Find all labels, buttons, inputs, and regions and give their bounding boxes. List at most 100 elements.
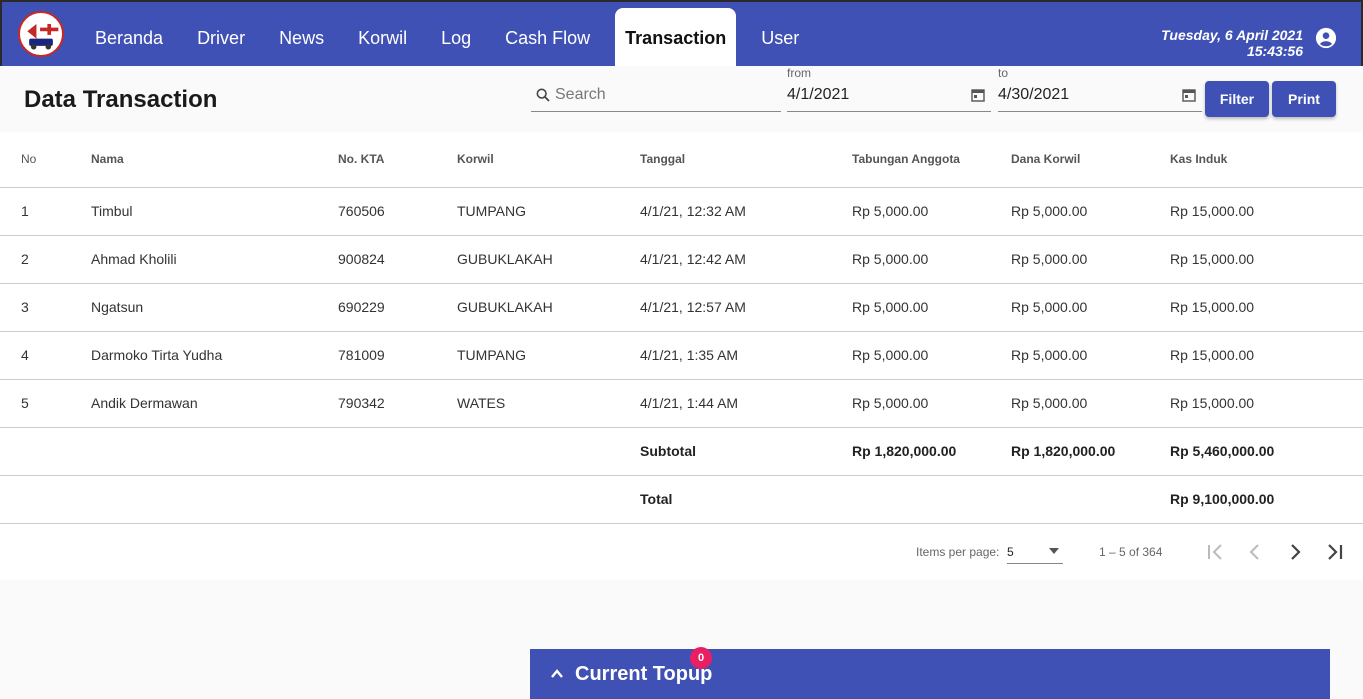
cell-no-kta: 790342 bbox=[338, 379, 457, 428]
table-row[interactable]: 2 Ahmad Kholili 900824 GUBUKLAKAH 4/1/21… bbox=[0, 235, 1363, 284]
date-to-label: to bbox=[998, 66, 1009, 80]
cell-korwil: TUMPANG bbox=[457, 331, 640, 380]
col-header-no[interactable]: No bbox=[0, 132, 91, 188]
cell-korwil: GUBUKLAKAH bbox=[457, 235, 640, 284]
table-row[interactable]: 3 Ngatsun 690229 GUBUKLAKAH 4/1/21, 12:5… bbox=[0, 283, 1363, 332]
first-page-button[interactable] bbox=[1203, 540, 1227, 564]
subtotal-kas: Rp 5,460,000.00 bbox=[1170, 427, 1363, 476]
previous-page-button[interactable] bbox=[1243, 540, 1267, 564]
total-row: Total Rp 9,100,000.00 bbox=[0, 475, 1363, 524]
subtotal-row: Subtotal Rp 1,820,000.00 Rp 1,820,000.00… bbox=[0, 427, 1363, 476]
subtotal-tabungan: Rp 1,820,000.00 bbox=[852, 427, 1011, 476]
page-size-value: 5 bbox=[1007, 545, 1014, 559]
cell-korwil: WATES bbox=[457, 379, 640, 428]
nav-user[interactable]: User bbox=[744, 8, 816, 68]
cell-no: 1 bbox=[0, 187, 91, 236]
next-page-button[interactable] bbox=[1283, 540, 1307, 564]
nav-korwil[interactable]: Korwil bbox=[341, 8, 424, 68]
page-title: Data Transaction bbox=[24, 86, 218, 113]
nav-driver[interactable]: Driver bbox=[180, 8, 262, 68]
cell-tanggal: 4/1/21, 12:57 AM bbox=[640, 283, 852, 332]
col-header-tanggal[interactable]: Tanggal bbox=[640, 132, 852, 188]
col-header-no-kta[interactable]: No. KTA bbox=[338, 132, 457, 188]
cell-tabungan-anggota: Rp 5,000.00 bbox=[852, 379, 1011, 428]
date-from-field[interactable]: from bbox=[787, 66, 991, 112]
cell-dana-korwil: Rp 5,000.00 bbox=[1011, 331, 1170, 380]
table-row[interactable]: 1 Timbul 760506 TUMPANG 4/1/21, 12:32 AM… bbox=[0, 187, 1363, 236]
page-header: Data Transaction from to Filter Print bbox=[0, 66, 1363, 132]
col-header-kas-induk[interactable]: Kas Induk bbox=[1170, 132, 1363, 188]
chevron-left-icon bbox=[1249, 544, 1259, 560]
search-field[interactable] bbox=[531, 80, 781, 112]
transaction-table: No Nama No. KTA Korwil Tanggal Tabungan … bbox=[0, 132, 1363, 524]
current-date: Tuesday, 6 April 2021 bbox=[1161, 27, 1303, 43]
cell-kas-induk: Rp 15,000.00 bbox=[1170, 235, 1363, 284]
cell-korwil: TUMPANG bbox=[457, 187, 640, 236]
table-row[interactable]: 5 Andik Dermawan 790342 WATES 4/1/21, 1:… bbox=[0, 379, 1363, 428]
first-page-icon bbox=[1208, 544, 1222, 560]
filter-button[interactable]: Filter bbox=[1205, 81, 1269, 117]
date-to-field[interactable]: to bbox=[998, 66, 1202, 112]
chevron-right-icon bbox=[1291, 544, 1301, 560]
cell-tanggal: 4/1/21, 1:35 AM bbox=[640, 331, 852, 380]
calendar-icon[interactable] bbox=[1182, 88, 1196, 102]
cell-kas-induk: Rp 15,000.00 bbox=[1170, 187, 1363, 236]
cell-no: 2 bbox=[0, 235, 91, 284]
cell-nama: Andik Dermawan bbox=[91, 379, 338, 428]
datetime-display: Tuesday, 6 April 2021 15:43:56 bbox=[1161, 27, 1303, 59]
nav-log[interactable]: Log bbox=[424, 8, 488, 68]
calendar-icon[interactable] bbox=[971, 88, 985, 102]
subtotal-label: Subtotal bbox=[640, 427, 852, 476]
date-from-label: from bbox=[787, 66, 811, 80]
cell-kas-induk: Rp 15,000.00 bbox=[1170, 283, 1363, 332]
current-time: 15:43:56 bbox=[1246, 43, 1303, 59]
app-logo-icon[interactable] bbox=[18, 11, 64, 57]
cell-dana-korwil: Rp 5,000.00 bbox=[1011, 283, 1170, 332]
last-page-button[interactable] bbox=[1323, 540, 1347, 564]
nav-beranda[interactable]: Beranda bbox=[78, 8, 180, 68]
topup-count-badge: 0 bbox=[690, 647, 712, 669]
table-row[interactable]: 4 Darmoko Tirta Yudha 781009 TUMPANG 4/1… bbox=[0, 331, 1363, 380]
cell-nama: Darmoko Tirta Yudha bbox=[91, 331, 338, 380]
paginator: Items per page: 5 1 – 5 of 364 bbox=[0, 524, 1363, 580]
chevron-up-icon bbox=[551, 669, 563, 678]
cell-no-kta: 900824 bbox=[338, 235, 457, 284]
cell-no: 4 bbox=[0, 331, 91, 380]
items-per-page-label: Items per page: bbox=[916, 545, 1000, 559]
col-header-korwil[interactable]: Korwil bbox=[457, 132, 640, 188]
cell-dana-korwil: Rp 5,000.00 bbox=[1011, 235, 1170, 284]
print-button[interactable]: Print bbox=[1272, 81, 1336, 117]
cell-kas-induk: Rp 15,000.00 bbox=[1170, 331, 1363, 380]
cell-dana-korwil: Rp 5,000.00 bbox=[1011, 379, 1170, 428]
cell-dana-korwil: Rp 5,000.00 bbox=[1011, 187, 1170, 236]
subtotal-dana: Rp 1,820,000.00 bbox=[1011, 427, 1170, 476]
cell-tanggal: 4/1/21, 12:42 AM bbox=[640, 235, 852, 284]
cell-tanggal: 4/1/21, 12:32 AM bbox=[640, 187, 852, 236]
nav-cash-flow[interactable]: Cash Flow bbox=[488, 8, 607, 68]
account-icon[interactable] bbox=[1315, 27, 1337, 49]
cell-tabungan-anggota: Rp 5,000.00 bbox=[852, 187, 1011, 236]
cell-korwil: GUBUKLAKAH bbox=[457, 283, 640, 332]
cell-no: 5 bbox=[0, 379, 91, 428]
dropdown-arrow-icon bbox=[1049, 548, 1059, 554]
col-header-dana-korwil[interactable]: Dana Korwil bbox=[1011, 132, 1170, 188]
cell-nama: Timbul bbox=[91, 187, 338, 236]
col-header-tabungan-anggota[interactable]: Tabungan Anggota bbox=[852, 132, 1011, 188]
cell-nama: Ngatsun bbox=[91, 283, 338, 332]
page-size-select[interactable]: 5 bbox=[1007, 540, 1063, 564]
search-input[interactable] bbox=[555, 84, 775, 106]
cell-tabungan-anggota: Rp 5,000.00 bbox=[852, 283, 1011, 332]
top-navbar: Beranda Driver News Korwil Log Cash Flow… bbox=[0, 0, 1363, 68]
cell-no-kta: 760506 bbox=[338, 187, 457, 236]
table-header-row: No Nama No. KTA Korwil Tanggal Tabungan … bbox=[0, 132, 1363, 188]
total-label: Total bbox=[640, 475, 852, 524]
date-from-input[interactable] bbox=[787, 84, 967, 106]
cell-tabungan-anggota: Rp 5,000.00 bbox=[852, 235, 1011, 284]
current-topup-panel[interactable]: Current Topup 0 bbox=[530, 647, 1330, 699]
nav-transaction[interactable]: Transaction bbox=[615, 8, 737, 68]
nav-news[interactable]: News bbox=[262, 8, 341, 68]
cell-no-kta: 781009 bbox=[338, 331, 457, 380]
page-range-label: 1 – 5 of 364 bbox=[1099, 545, 1163, 559]
date-to-input[interactable] bbox=[998, 84, 1178, 106]
col-header-nama[interactable]: Nama bbox=[91, 132, 338, 188]
